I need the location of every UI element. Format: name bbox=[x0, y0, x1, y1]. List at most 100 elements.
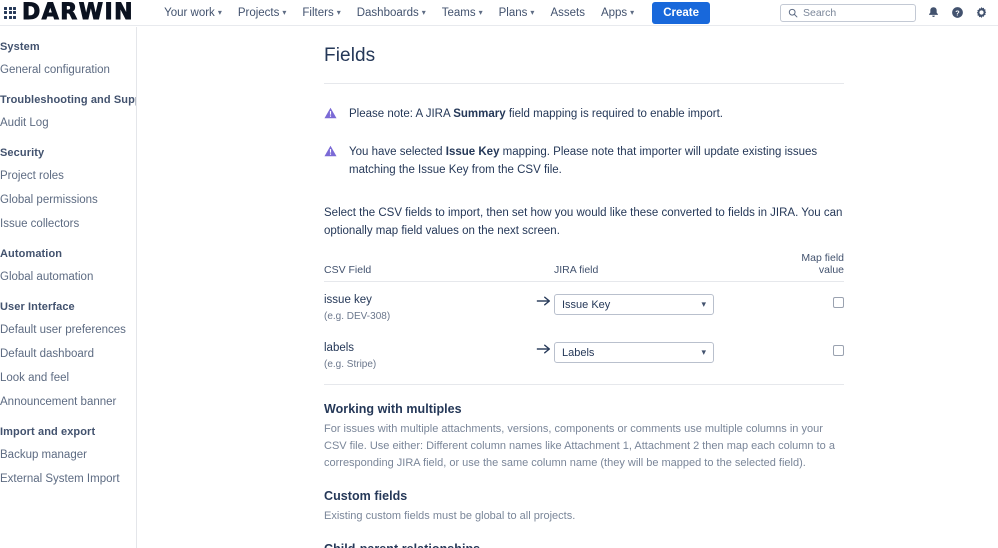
sidebar-item-global-permissions[interactable]: Global permissions bbox=[0, 188, 136, 212]
title-divider bbox=[324, 83, 844, 84]
sidebar-item-default-dashboard[interactable]: Default dashboard bbox=[0, 342, 136, 366]
sidebar-item-general-configuration[interactable]: General configuration bbox=[0, 58, 136, 82]
select-value: Issue Key bbox=[562, 298, 611, 311]
notice-summary-required: Please note: A JIRA Summary field mappin… bbox=[324, 106, 844, 124]
app-switcher-button[interactable] bbox=[0, 0, 20, 26]
section-heading: Child-parent relationships bbox=[324, 542, 844, 548]
search-icon bbox=[788, 8, 798, 17]
nav-item-apps[interactable]: Apps ▾ bbox=[593, 3, 642, 23]
create-button[interactable]: Create bbox=[652, 1, 710, 24]
column-header-jira-field: JIRA field bbox=[554, 264, 599, 277]
warning-triangle-icon bbox=[324, 107, 337, 119]
sidebar-item-backup-manager[interactable]: Backup manager bbox=[0, 443, 136, 467]
csv-field-cell: issue key (e.g. DEV-308) bbox=[324, 294, 532, 322]
csv-field-cell: labels (e.g. Stripe) bbox=[324, 342, 532, 370]
sidebar-header-automation: Automation bbox=[0, 248, 63, 260]
nav-item-filters[interactable]: Filters ▾ bbox=[294, 3, 348, 23]
notice-text: Please note: A JIRA Summary field mappin… bbox=[349, 106, 723, 124]
chevron-down-icon: ▾ bbox=[217, 7, 222, 17]
select-value: Labels bbox=[562, 346, 595, 359]
chevron-down-icon: ▾ bbox=[530, 7, 535, 17]
sidebar-header-system: System bbox=[0, 41, 40, 53]
notice-issue-key-mapping: You have selected Issue Key mapping. Ple… bbox=[324, 144, 844, 180]
chevron-down-icon: ▾ bbox=[630, 7, 635, 17]
notice-prefix: You have selected bbox=[349, 145, 446, 158]
grid-apps-icon bbox=[4, 6, 16, 19]
table-header-row: CSV Field JIRA field Map field value bbox=[324, 252, 844, 283]
sidebar-divider bbox=[0, 414, 136, 421]
field-mapping-table: CSV Field JIRA field Map field value iss… bbox=[324, 252, 844, 386]
mapping-arrow bbox=[532, 294, 554, 307]
notice-prefix: Please note: A JIRA bbox=[349, 108, 454, 120]
section-heading: Working with multiples bbox=[324, 402, 462, 417]
main-content: Fields Please note: A JIRA Summary field… bbox=[138, 27, 998, 548]
section-custom-fields: Custom fields Existing custom fields mus… bbox=[324, 489, 844, 525]
section-working-with-multiples: Working with multiples For issues with m… bbox=[324, 402, 844, 472]
map-field-value-checkbox[interactable] bbox=[833, 297, 844, 309]
intro-text: Select the CSV fields to import, then se… bbox=[324, 207, 843, 238]
top-navigation-bar: DARWIN Your work ▾ Projects ▾ Filters ▾ … bbox=[0, 0, 998, 26]
mapping-arrow bbox=[532, 342, 554, 355]
column-header-csv-field: CSV Field bbox=[324, 264, 372, 277]
brand-logo[interactable]: DARWIN bbox=[20, 0, 134, 26]
nav-label: Plans bbox=[498, 6, 528, 19]
map-field-value-checkbox[interactable] bbox=[833, 345, 844, 357]
nav-right-cluster: Search ? bbox=[780, 3, 998, 22]
nav-item-assets[interactable]: Assets bbox=[542, 3, 593, 23]
section-body: Existing custom fields must be global to… bbox=[324, 510, 576, 523]
nav-item-plans[interactable]: Plans ▾ bbox=[491, 3, 543, 23]
nav-item-teams[interactable]: Teams ▾ bbox=[434, 3, 491, 23]
sidebar-item-project-roles[interactable]: Project roles bbox=[0, 164, 136, 188]
nav-label: Projects bbox=[237, 6, 280, 19]
jira-field-cell: Issue Key ▾ bbox=[554, 294, 779, 316]
arrow-right-icon bbox=[536, 344, 550, 354]
sidebar-item-global-automation[interactable]: Global automation bbox=[0, 265, 136, 289]
settings-gear-icon[interactable] bbox=[975, 6, 988, 19]
chevron-down-icon: ▾ bbox=[478, 7, 483, 17]
sidebar-item-issue-collectors[interactable]: Issue collectors bbox=[0, 212, 136, 236]
nav-label: Assets bbox=[550, 6, 585, 19]
nav-label: Apps bbox=[600, 6, 628, 19]
search-input[interactable]: Search bbox=[780, 3, 916, 22]
search-placeholder: Search bbox=[803, 6, 837, 19]
chevron-down-icon: ▾ bbox=[701, 347, 706, 358]
nav-label: Your work bbox=[164, 6, 215, 19]
chevron-down-icon: ▾ bbox=[336, 7, 341, 17]
section-child-parent-relationships: Child-parent relationships To import chi… bbox=[324, 542, 844, 548]
sidebar-item-default-user-preferences[interactable]: Default user preferences bbox=[0, 318, 136, 342]
nav-label: Filters bbox=[302, 6, 334, 19]
admin-sidebar[interactable]: System General configuration Troubleshoo… bbox=[0, 27, 137, 548]
sidebar-header-import-and-export: Import and export bbox=[0, 426, 96, 438]
section-body: For issues with multiple attachments, ve… bbox=[324, 423, 835, 470]
help-question-icon[interactable]: ? bbox=[951, 6, 964, 19]
table-bottom-divider bbox=[324, 384, 844, 386]
sidebar-item-announcement-banner[interactable]: Announcement banner bbox=[0, 390, 136, 414]
sidebar-header-troubleshooting: Troubleshooting and Support bbox=[0, 94, 136, 106]
sidebar-item-external-system-import[interactable]: External System Import bbox=[0, 467, 136, 491]
notifications-bell-icon[interactable] bbox=[927, 6, 940, 19]
jira-field-select-labels[interactable]: Labels ▾ bbox=[554, 342, 714, 364]
chevron-down-icon: ▾ bbox=[282, 7, 287, 17]
chevron-down-icon: ▾ bbox=[421, 7, 426, 17]
nav-item-dashboards[interactable]: Dashboards ▾ bbox=[349, 3, 434, 23]
jira-field-select-issue-key[interactable]: Issue Key ▾ bbox=[554, 294, 714, 316]
nav-item-projects[interactable]: Projects ▾ bbox=[230, 3, 295, 23]
notice-text: You have selected Issue Key mapping. Ple… bbox=[349, 144, 844, 180]
primary-nav: Your work ▾ Projects ▾ Filters ▾ Dashboa… bbox=[156, 1, 710, 24]
sidebar-divider bbox=[0, 236, 136, 243]
sidebar-divider bbox=[0, 82, 136, 89]
arrow-right-icon bbox=[536, 296, 550, 306]
nav-label: Teams bbox=[441, 6, 476, 19]
table-row: issue key (e.g. DEV-308) Issue Key ▾ bbox=[324, 282, 844, 330]
sidebar-divider bbox=[0, 289, 136, 296]
csv-field-example: (e.g. Stripe) bbox=[324, 359, 377, 371]
sidebar-item-audit-log[interactable]: Audit Log bbox=[0, 111, 136, 135]
sidebar-item-look-and-feel[interactable]: Look and feel bbox=[0, 366, 136, 390]
notice-suffix: field mapping is required to enable impo… bbox=[505, 108, 723, 120]
nav-item-your-work[interactable]: Your work ▾ bbox=[156, 3, 230, 23]
csv-field-example: (e.g. DEV-308) bbox=[324, 311, 391, 323]
sidebar-header-security: Security bbox=[0, 147, 45, 159]
section-heading: Custom fields bbox=[324, 489, 408, 504]
sidebar-header-user-interface: User Interface bbox=[0, 301, 75, 313]
nav-label: Dashboards bbox=[356, 6, 419, 19]
